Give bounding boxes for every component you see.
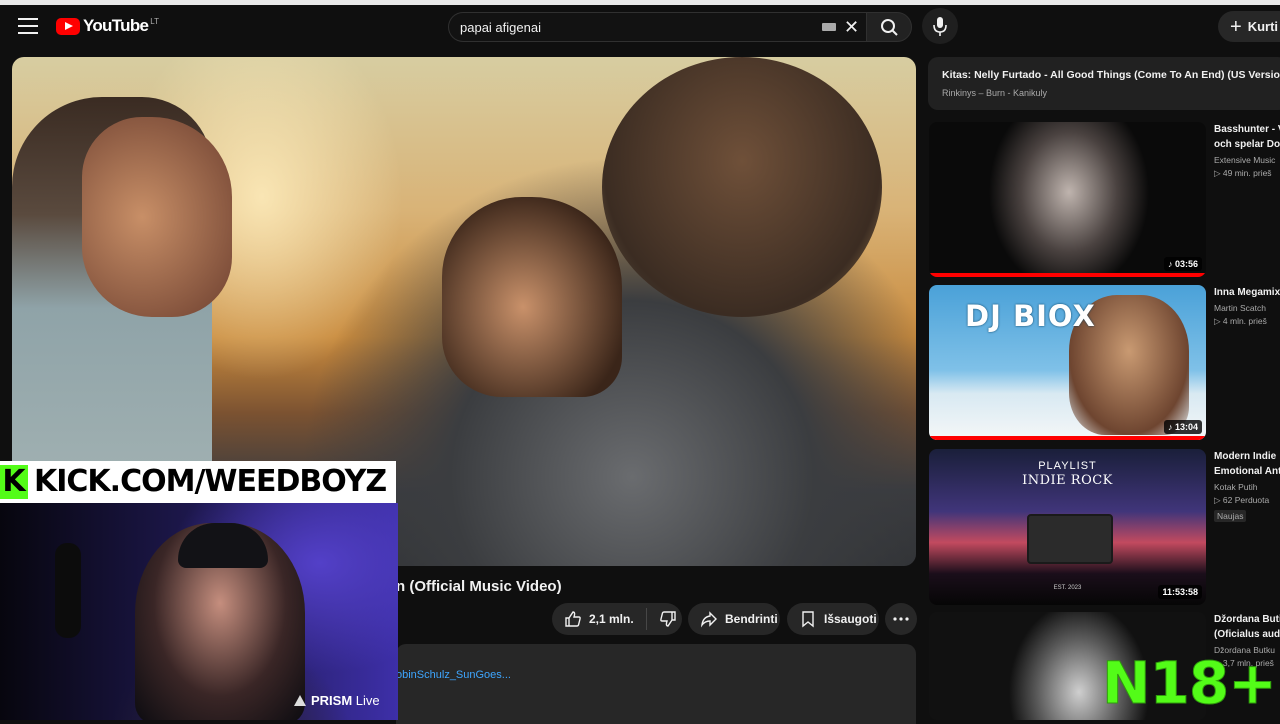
sidebar-item-title: Basshunter - V <box>1214 124 1280 135</box>
youtube-play-icon <box>56 17 80 35</box>
menu-icon[interactable] <box>18 18 38 34</box>
watch-progress-bar <box>929 273 1206 277</box>
sidebar-item-1[interactable]: Basshunter - V och spelar Do Extensive M… <box>1214 122 1280 179</box>
sidebar-thumbnail-2[interactable]: DJ BIOX ♪ 13:04 <box>929 285 1206 440</box>
up-next-subtitle: Rinkinys – Burn - Kanikuly <box>942 88 1048 98</box>
search-query[interactable]: papai afigenai <box>460 20 541 35</box>
thumbnail-playlist-label: PLAYLIST <box>1038 460 1097 472</box>
description-link[interactable]: obinSchulz_SunGoes... <box>396 669 511 681</box>
sidebar-item-meta: ▷ 4 mln. prieš <box>1214 316 1267 326</box>
create-label: Kurti <box>1247 19 1279 34</box>
more-icon <box>893 617 909 621</box>
sidebar-item-channel: Extensive Music <box>1214 155 1276 165</box>
plus-icon: + <box>1230 15 1242 38</box>
prism-live-watermark: PRISM Live <box>294 693 380 708</box>
video-frame-woman <box>442 197 622 397</box>
sidebar-item-channel: Martin Scatch <box>1214 303 1266 313</box>
up-next-title[interactable]: Kitas: Nelly Furtado - All Good Things (… <box>942 69 1280 81</box>
like-divider <box>645 608 647 630</box>
thumbnail-text: DJ BIOX <box>965 299 1096 333</box>
cassette-icon <box>1027 514 1113 564</box>
sidebar-item-meta: ▷ 62 Perduota <box>1214 495 1270 505</box>
search-button[interactable] <box>866 12 912 42</box>
prism-logo-icon <box>294 695 306 706</box>
up-next-card[interactable]: Kitas: Nelly Furtado - All Good Things (… <box>928 57 1280 110</box>
share-icon <box>700 611 717 628</box>
sidebar-thumbnail-3[interactable]: PLAYLIST INDIE ROCK EST. 2023 11:53:58 <box>929 449 1206 605</box>
country-code: LT <box>150 16 160 26</box>
watch-progress-bar <box>929 436 1206 440</box>
kick-banner: K KICK.COM/WEEDBOYZ <box>0 461 396 503</box>
kick-url: KICK.COM/WEEDBOYZ <box>34 464 387 499</box>
sidebar-item-title: Džordana Buti <box>1214 614 1280 625</box>
microphone-figure <box>55 543 81 638</box>
sidebar-item-title: Modern Indie <box>1214 451 1277 462</box>
sidebar-item-title: Inna Megamix <box>1214 287 1280 298</box>
thumbs-up-icon <box>565 611 581 627</box>
share-label: Bendrinti <box>725 612 778 626</box>
microphone-icon <box>933 17 947 36</box>
sidebar-item-title-2: (Oficialus aud <box>1214 629 1280 640</box>
video-frame-head <box>602 57 882 317</box>
sidebar-thumbnail-1[interactable]: ♪ 03:56 <box>929 122 1206 277</box>
video-title: n (Official Music Video) <box>396 578 562 595</box>
more-actions-button[interactable] <box>885 603 917 635</box>
sidebar-item-meta: ▷ 49 min. prieš <box>1214 168 1272 178</box>
sidebar-item-title-2: och spelar Do <box>1214 139 1280 150</box>
description-box[interactable]: obinSchulz_SunGoes... <box>396 644 916 724</box>
age-rating-label: N18+ <box>1102 649 1278 717</box>
duration-badge: ♪ 13:04 <box>1163 420 1202 434</box>
duration-badge: ♪ 03:56 <box>1163 257 1202 271</box>
thumbnail-genre-label: INDIE ROCK <box>1022 473 1113 488</box>
sidebar-item-title-2: Emotional Ant <box>1214 466 1280 477</box>
logo-text: YouTube <box>83 16 149 35</box>
clear-search-icon[interactable]: ✕ <box>844 18 859 36</box>
prism-brand: PRISM <box>311 693 353 708</box>
sidebar-item-channel: Kotak Putih <box>1214 482 1258 492</box>
voice-search-button[interactable] <box>922 8 958 44</box>
prism-live: Live <box>355 693 380 708</box>
search-icon <box>881 19 898 36</box>
like-count: 2,1 mln. <box>589 612 634 626</box>
like-button[interactable]: 2,1 mln. <box>552 603 682 635</box>
save-label: Išsaugoti <box>824 612 877 626</box>
kick-logo: K <box>0 465 28 499</box>
webcam-overlay: PRISM Live <box>0 503 398 720</box>
bookmark-icon <box>802 611 814 628</box>
youtube-logo[interactable]: YouTube LT <box>56 14 159 38</box>
new-badge: Naujas <box>1214 510 1247 522</box>
thumbs-down-icon[interactable] <box>659 610 677 628</box>
save-button[interactable]: Išsaugoti <box>787 603 879 635</box>
sidebar-item-3[interactable]: Modern Indie Emotional Ant Kotak Putih ▷… <box>1214 449 1280 524</box>
search-input[interactable]: papai afigenai ✕ <box>448 12 867 42</box>
share-button[interactable]: Bendrinti <box>688 603 780 635</box>
keyboard-icon[interactable] <box>822 23 836 31</box>
video-frame-face <box>82 117 232 317</box>
sidebar-item-2[interactable]: Inna Megamix Martin Scatch ▷ 4 mln. prie… <box>1214 285 1280 327</box>
duration-badge: 11:53:58 <box>1158 585 1202 599</box>
create-button[interactable]: + Kurti <box>1218 11 1280 42</box>
